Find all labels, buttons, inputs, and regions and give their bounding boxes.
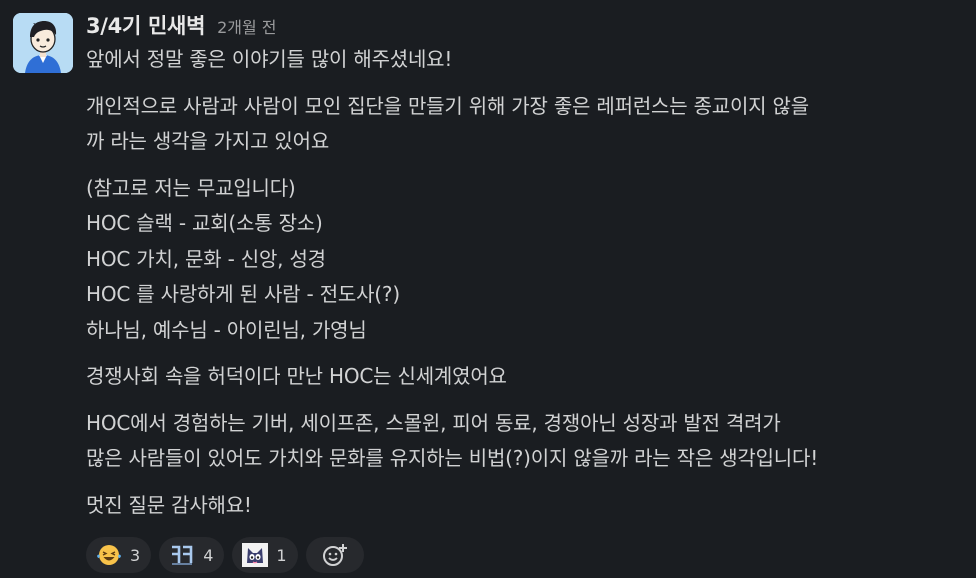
avatar[interactable] <box>13 13 73 73</box>
kkk-text-emoji-icon <box>172 545 193 565</box>
reaction-count: 1 <box>276 545 287 565</box>
message-line: 많은 사람들이 있어도 가치와 문화를 유지하는 비법(?)이지 않을까 라는 … <box>86 446 819 470</box>
reaction-laughing[interactable]: 3 <box>86 537 152 573</box>
reaction-cat[interactable]: 1 <box>232 537 298 573</box>
message-paragraph: HOC에서 경험하는 기버, 세이프존, 스몰윈, 피어 동료, 경쟁아닌 성장… <box>86 406 966 477</box>
message-line: 멋진 질문 감사해요! <box>86 492 252 517</box>
add-reaction-button[interactable] <box>305 537 364 573</box>
timestamp[interactable]: 2개월 전 <box>217 14 276 38</box>
cat-character-emoji-icon <box>242 543 269 567</box>
message-paragraph: 개인적으로 사람과 사람이 모인 집단을 만들기 위해 가장 좋은 레퍼런스는 … <box>86 89 966 160</box>
message-line: 까 라는 생각을 가지고 있어요 <box>86 129 330 153</box>
message-line: 앞에서 정말 좋은 이야기들 많이 해주셨네요! <box>86 47 453 71</box>
message-paragraph: 앞에서 정말 좋은 이야기들 많이 해주셨네요! <box>86 42 966 78</box>
avatar-illustration <box>13 13 73 73</box>
message: 3/4기 민새벽 2개월 전 앞에서 정말 좋은 이야기들 많이 해주셨네요! 개… <box>0 0 976 578</box>
message-line: (참고로 저는 무교입니다) <box>86 175 296 200</box>
message-header: 3/4기 민새벽 2개월 전 <box>86 10 966 42</box>
message-body: 앞에서 정말 좋은 이야기들 많이 해주셨네요! 개인적으로 사람과 사람이 모인… <box>86 42 966 523</box>
message-paragraph: 경쟁사회 속을 허덕이다 만난 HOC는 신세계였어요 <box>86 359 966 395</box>
reaction-count: 4 <box>203 545 214 565</box>
reaction-kkk[interactable]: 4 <box>159 537 225 573</box>
laughing-tears-emoji-icon <box>97 545 121 565</box>
message-paragraph: 멋진 질문 감사해요! <box>86 488 966 524</box>
message-line: HOC에서 경험하는 기버, 세이프존, 스몰윈, 피어 동료, 경쟁아닌 성장… <box>86 410 781 435</box>
message-content: 3/4기 민새벽 2개월 전 앞에서 정말 좋은 이야기들 많이 해주셨네요! 개… <box>86 10 966 523</box>
author-name[interactable]: 3/4기 민새벽 <box>86 10 205 40</box>
message-line: 하나님, 예수님 - 아이린님, 가영님 <box>86 317 367 342</box>
message-paragraph: (참고로 저는 무교입니다) HOC 슬랙 - 교회(소통 장소) HOC 가치, … <box>86 171 966 349</box>
reaction-count: 3 <box>130 545 141 565</box>
message-line: HOC 슬랙 - 교회(소통 장소) <box>86 211 323 235</box>
add-reaction-icon <box>322 544 347 566</box>
reactions-bar: 3 4 1 <box>86 537 364 573</box>
message-line: HOC 를 사랑하게 된 사람 - 전도사(?) <box>86 282 400 306</box>
message-line: 경쟁사회 속을 허덕이다 만난 HOC는 신세계였어요 <box>86 364 507 388</box>
message-line: 개인적으로 사람과 사람이 모인 집단을 만들기 위해 가장 좋은 레퍼런스는 … <box>86 93 809 118</box>
message-line: HOC 가치, 문화 - 신앙, 성경 <box>86 246 326 271</box>
